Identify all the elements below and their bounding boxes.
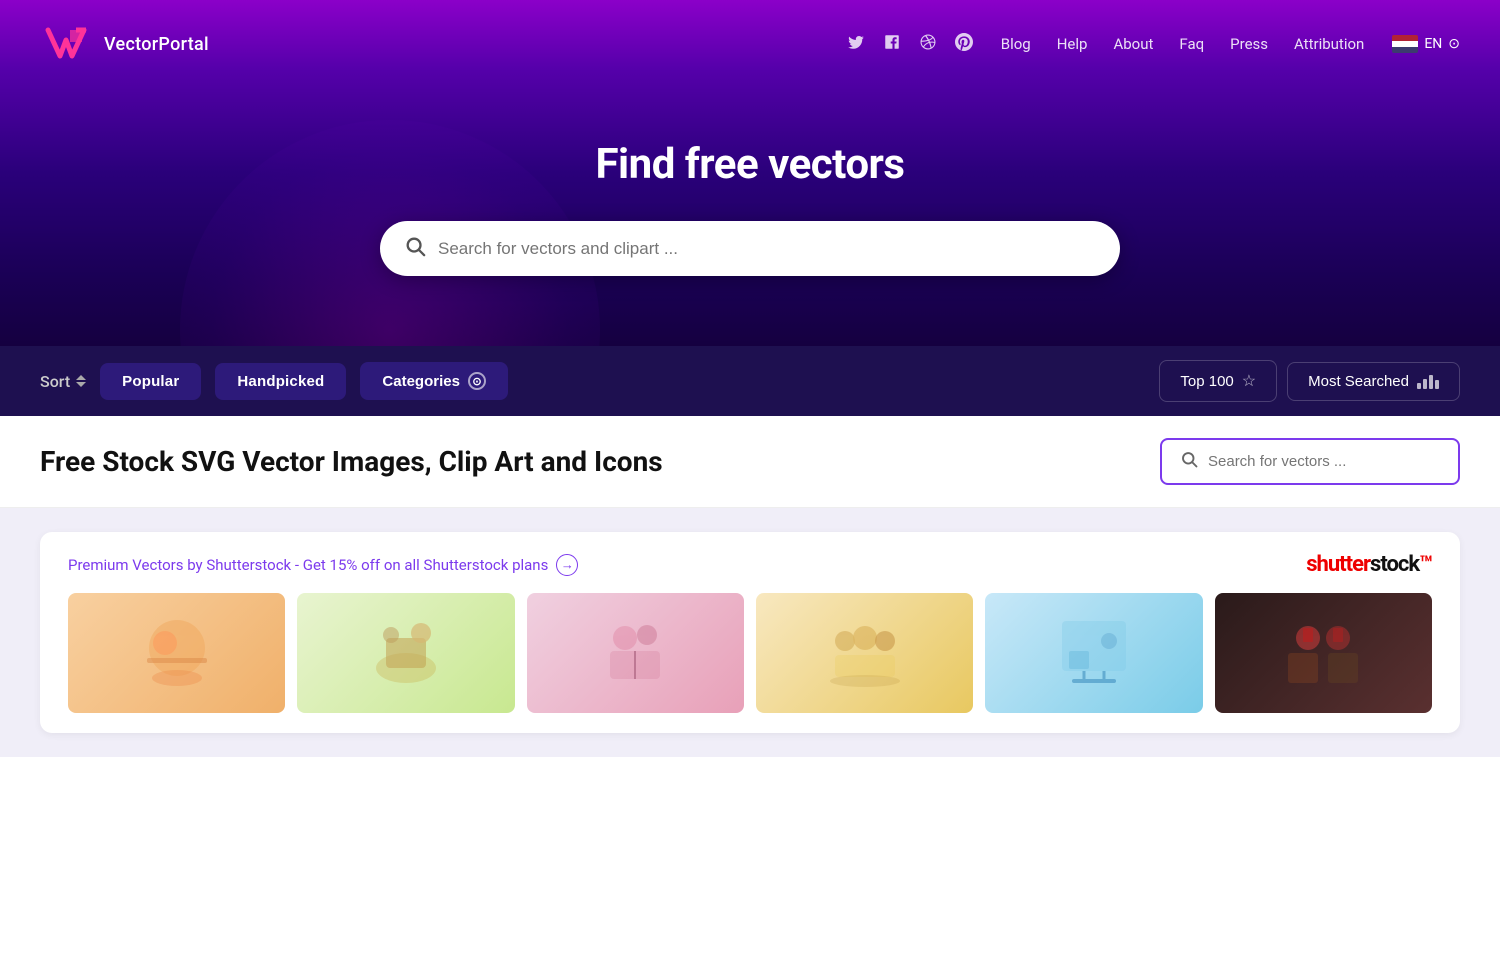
sort-label: Sort — [40, 372, 86, 391]
nav-right: Blog Help About Faq Press Attribution EN… — [847, 33, 1460, 56]
flag-icon — [1392, 35, 1418, 53]
promo-image-6[interactable] — [1215, 593, 1432, 713]
logo-icon — [40, 18, 92, 70]
most-searched-button[interactable]: Most Searched — [1287, 362, 1460, 401]
language-selector[interactable]: EN ⊙ — [1392, 35, 1460, 53]
shutterstock-logo: shutterstock™ — [1306, 552, 1432, 577]
nav-attribution[interactable]: Attribution — [1294, 35, 1364, 53]
promo-image-1[interactable] — [68, 593, 285, 713]
star-icon: ☆ — [1242, 371, 1256, 391]
hero-content: Find free vectors — [0, 80, 1500, 326]
promo-image-4[interactable] — [756, 593, 973, 713]
popular-button[interactable]: Popular — [100, 363, 201, 400]
nav-blog[interactable]: Blog — [1001, 35, 1031, 53]
categories-button[interactable]: Categories ⊙ — [360, 362, 508, 400]
nav-about[interactable]: About — [1113, 35, 1153, 53]
filter-left: Sort Popular Handpicked Categories ⊙ — [40, 362, 508, 400]
lang-chevron-icon: ⊙ — [1448, 36, 1460, 52]
hero-title: Find free vectors — [20, 140, 1480, 189]
promo-link[interactable]: Premium Vectors by Shutterstock - Get 15… — [68, 554, 578, 576]
nav-help[interactable]: Help — [1057, 35, 1088, 53]
social-icons-group — [847, 33, 973, 56]
lang-label: EN — [1424, 36, 1442, 52]
promo-image-3[interactable] — [527, 593, 744, 713]
hero-search-box — [380, 221, 1120, 276]
facebook-icon[interactable] — [883, 33, 901, 56]
hero-search-wrap — [380, 221, 1120, 276]
hero-search-icon — [404, 235, 426, 262]
promo-image-5[interactable] — [985, 593, 1202, 713]
promo-images — [68, 593, 1432, 713]
top-navigation: VectorPortal Blog Help Abou — [0, 0, 1500, 80]
handpicked-button[interactable]: Handpicked — [215, 363, 346, 400]
main-nav-links: Blog Help About Faq Press Attribution — [1001, 35, 1365, 53]
categories-circle-icon: ⊙ — [468, 372, 486, 390]
promo-card: Premium Vectors by Shutterstock - Get 15… — [40, 532, 1460, 733]
promo-section: Premium Vectors by Shutterstock - Get 15… — [0, 508, 1500, 757]
hero-search-input[interactable] — [438, 239, 1096, 259]
page-title: Free Stock SVG Vector Images, Clip Art a… — [40, 445, 663, 478]
top100-button[interactable]: Top 100 ☆ — [1159, 360, 1277, 402]
hero-section: VectorPortal Blog Help Abou — [0, 0, 1500, 346]
barchart-icon — [1417, 373, 1439, 389]
page-search-box[interactable] — [1160, 438, 1460, 485]
promo-top: Premium Vectors by Shutterstock - Get 15… — [68, 552, 1432, 577]
page-search-icon — [1180, 450, 1198, 473]
page-search-input[interactable] — [1208, 453, 1428, 470]
promo-arrow-icon: → — [556, 554, 578, 576]
sort-arrows-icon — [76, 375, 86, 387]
logo-link[interactable]: VectorPortal — [40, 18, 209, 70]
nav-faq[interactable]: Faq — [1179, 35, 1204, 53]
logo-text: VectorPortal — [104, 34, 209, 55]
promo-image-2[interactable] — [297, 593, 514, 713]
page-title-bar: Free Stock SVG Vector Images, Clip Art a… — [0, 416, 1500, 508]
dribbble-icon[interactable] — [919, 33, 937, 56]
pinterest-icon[interactable] — [955, 33, 973, 56]
filter-bar: Sort Popular Handpicked Categories ⊙ Top… — [0, 346, 1500, 416]
filter-right: Top 100 ☆ Most Searched — [1159, 360, 1460, 402]
nav-press[interactable]: Press — [1230, 35, 1268, 53]
twitter-icon[interactable] — [847, 33, 865, 56]
